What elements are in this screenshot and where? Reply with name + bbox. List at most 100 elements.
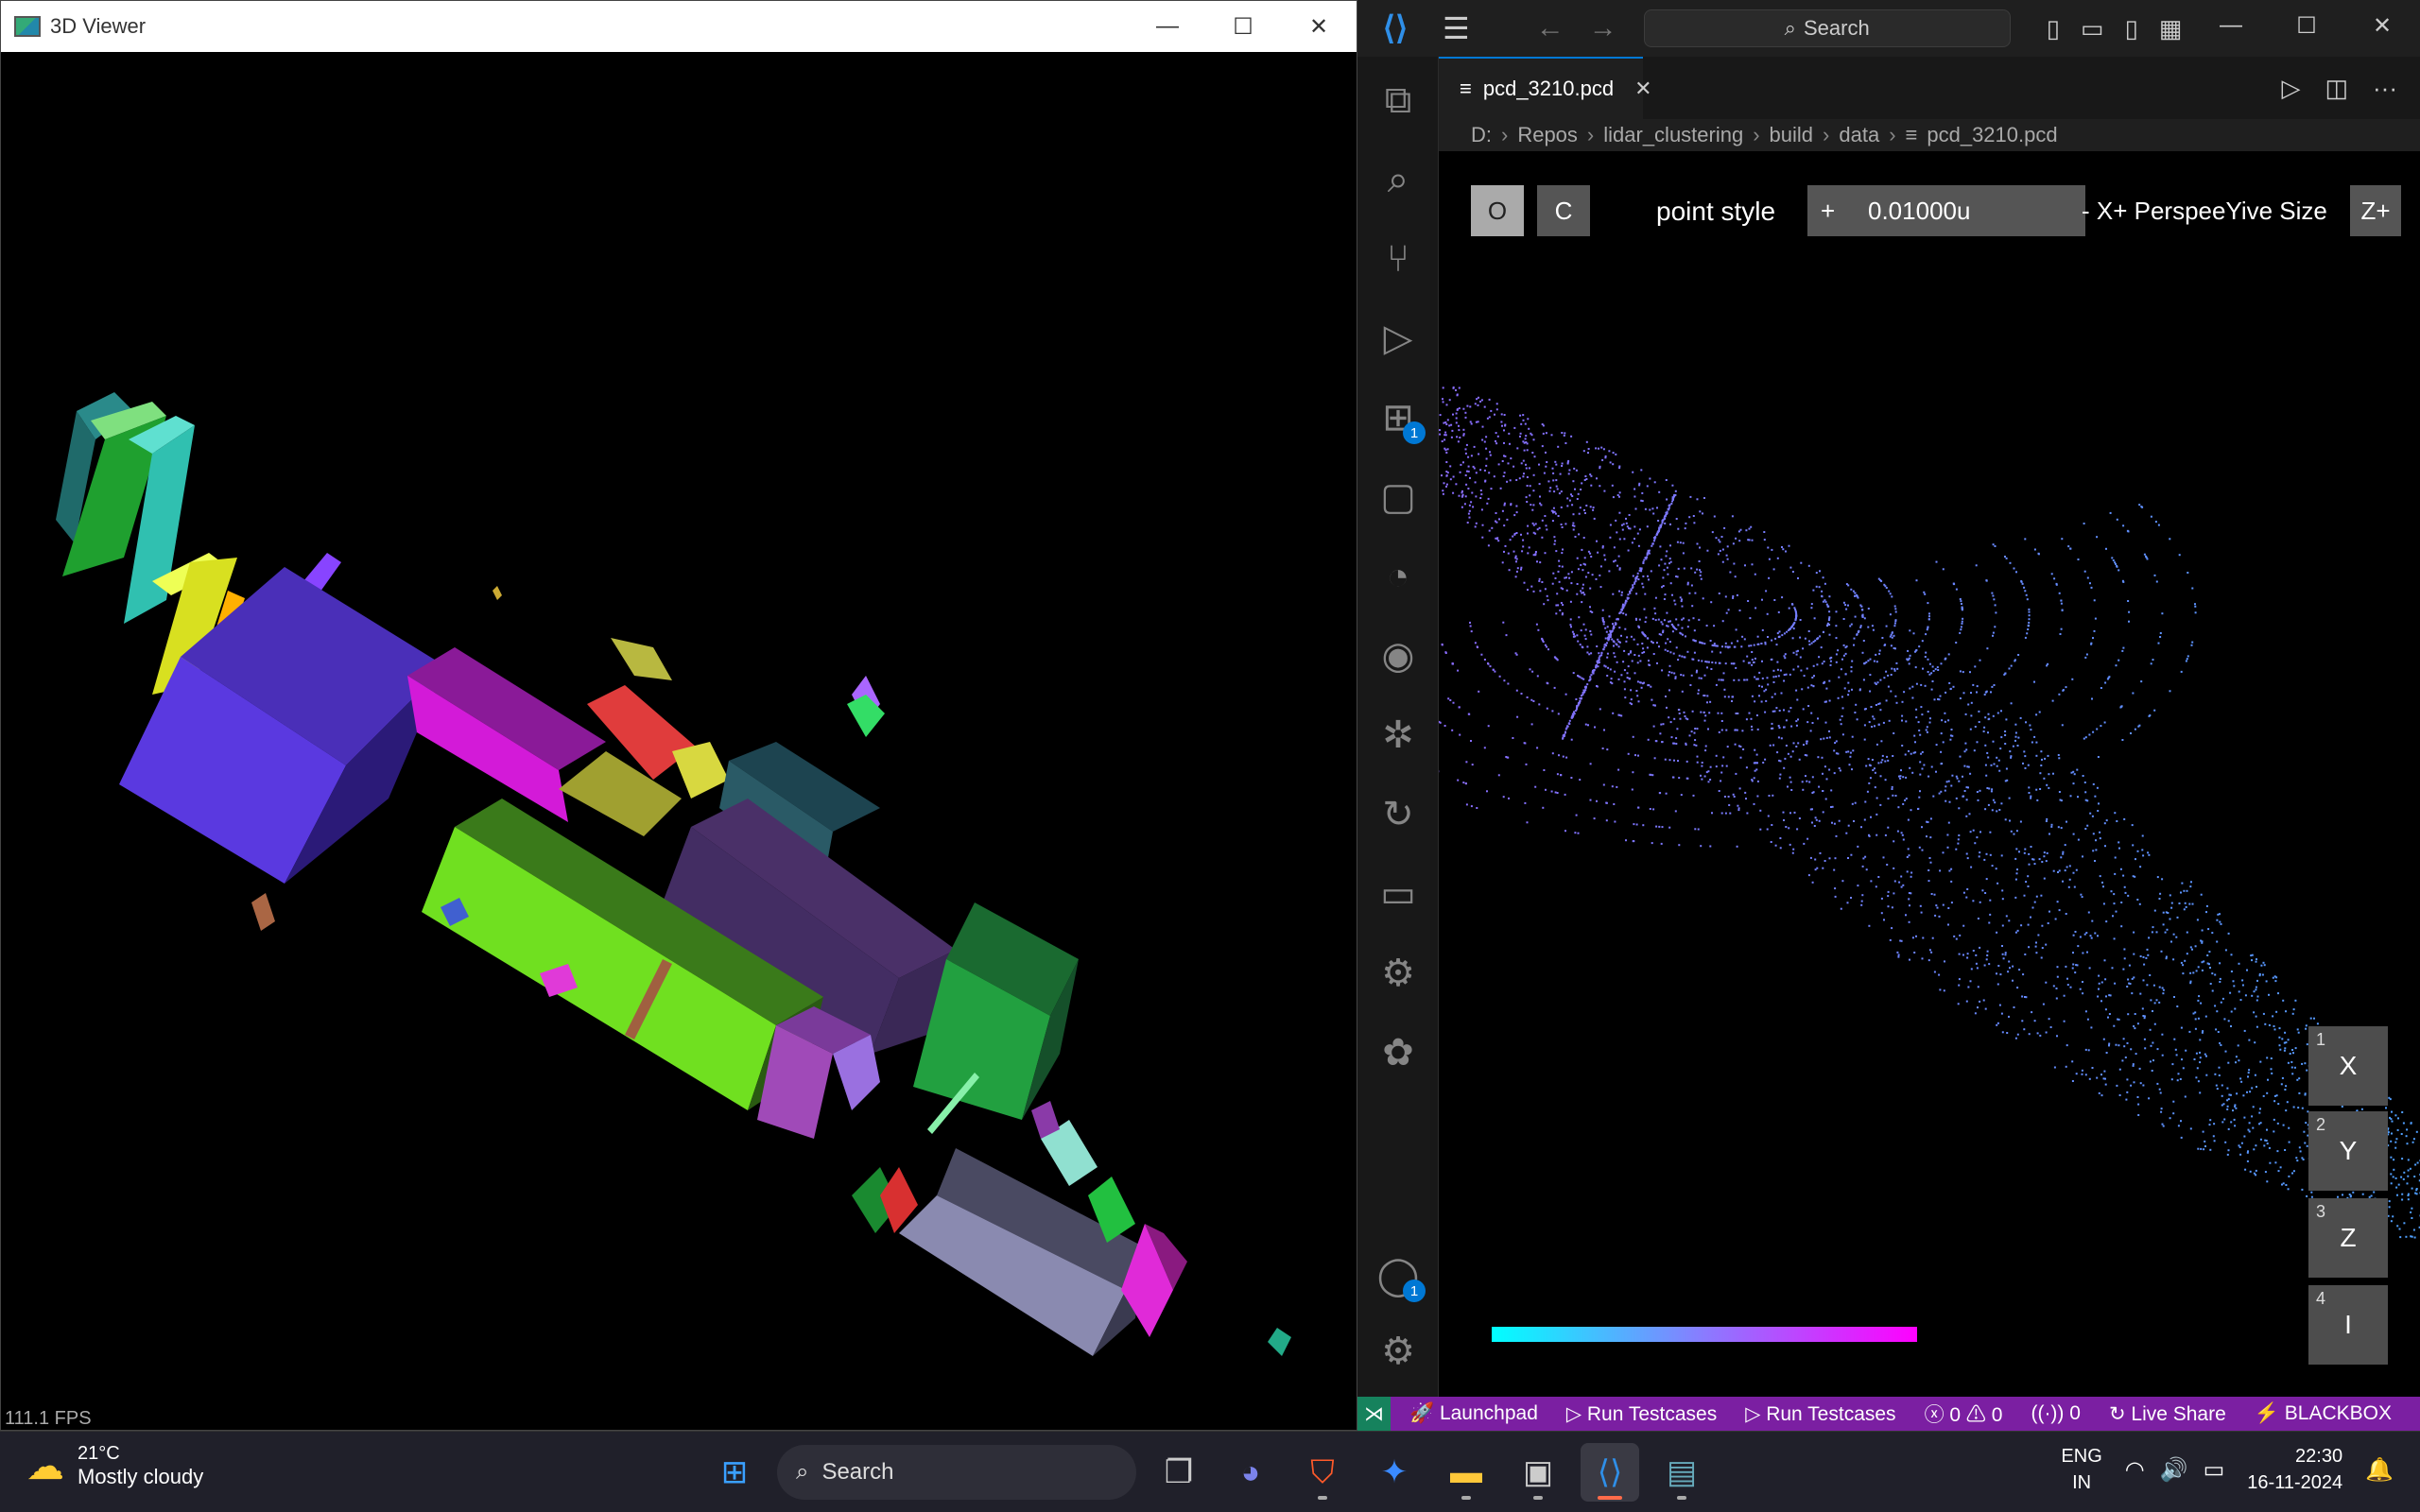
blackbox-item[interactable]: ⚡ BLACKBOX bbox=[2255, 1402, 2392, 1425]
command-search[interactable]: ⌕ Search bbox=[1643, 9, 2011, 47]
kubernetes-icon[interactable]: ✲ bbox=[1357, 697, 1439, 773]
problems-item[interactable]: ⓧ 0 ⚠ 0 bbox=[1925, 1400, 2003, 1428]
git-graph-icon[interactable]: ◔ bbox=[1357, 539, 1439, 614]
breadcrumb-item[interactable]: D: bbox=[1471, 123, 1492, 147]
intensity-button[interactable]: 4I bbox=[2308, 1285, 2388, 1365]
volume-icon: 🔊 bbox=[2159, 1456, 2188, 1483]
teams-icon[interactable]: ◕ bbox=[1221, 1443, 1280, 1502]
taskbar: ☁ 21°C Mostly cloudy ⊞ ⌕ Search ❐ ◕ ⛉ ✦ … bbox=[0, 1431, 2420, 1512]
more-actions-icon[interactable]: ··· bbox=[2373, 74, 2397, 103]
breadcrumb: D: › Repos › lidar_clustering › build › … bbox=[1439, 119, 2420, 151]
taskbar-search[interactable]: ⌕ Search bbox=[777, 1445, 1136, 1500]
run-testcases-item-2[interactable]: ▷ Run Testcases bbox=[1745, 1402, 1895, 1426]
viewer-app-icon bbox=[14, 16, 41, 37]
breadcrumb-separator-icon: › bbox=[1501, 123, 1509, 146]
3d-canvas[interactable]: 111.1 FPS bbox=[1, 52, 1357, 1430]
tab-close-icon[interactable]: ✕ bbox=[1634, 77, 1651, 101]
point-size-plus-button[interactable]: + bbox=[1821, 197, 1835, 226]
close-button[interactable]: ✕ bbox=[1281, 1, 1357, 52]
orbit-button[interactable]: O bbox=[1471, 185, 1524, 236]
axis-z-button[interactable]: 3Z bbox=[2308, 1198, 2388, 1278]
breadcrumb-item[interactable]: lidar_clustering bbox=[1603, 123, 1743, 147]
close-button[interactable]: ✕ bbox=[2344, 0, 2420, 51]
taskbar-search-label: Search bbox=[821, 1459, 894, 1485]
notification-bell-icon[interactable]: 🔔 bbox=[2365, 1456, 2394, 1484]
vscode-taskbar-icon[interactable]: ⟨⟩ bbox=[1581, 1443, 1639, 1502]
brave-browser-icon[interactable]: ⛉ bbox=[1293, 1443, 1352, 1502]
run-icon[interactable]: ▷ bbox=[2281, 74, 2300, 103]
accounts-icon[interactable]: ◯ 1 bbox=[1357, 1238, 1439, 1314]
back-arrow-icon[interactable]: ← bbox=[1536, 12, 1564, 44]
maximize-button[interactable]: ☐ bbox=[2269, 0, 2344, 51]
viewer-titlebar[interactable]: 3D Viewer — ☐ ✕ bbox=[1, 1, 1357, 52]
editor-tab-bar: ≡ pcd_3210.pcd ✕ ▷ ◫ ··· bbox=[1439, 57, 2420, 119]
axis-y-button[interactable]: 2Y bbox=[2308, 1111, 2388, 1191]
file-explorer-icon[interactable]: ▬ bbox=[1437, 1443, 1495, 1502]
language-indicator[interactable]: ENG IN bbox=[2061, 1443, 2101, 1496]
breadcrumb-item[interactable]: Repos bbox=[1517, 123, 1578, 147]
toggle-sidebar-icon[interactable]: ▯ bbox=[2047, 14, 2060, 43]
status-bar: ⋊ 🚀 Launchpad ▷ Run Testcases ▷ Run Test… bbox=[1357, 1397, 2420, 1431]
minimize-button[interactable]: — bbox=[2193, 0, 2269, 51]
minimize-button[interactable]: — bbox=[1130, 1, 1205, 52]
toggle-panel-icon[interactable]: ▭ bbox=[2081, 14, 2104, 43]
task-view-icon[interactable]: ❐ bbox=[1150, 1443, 1208, 1502]
start-button-icon[interactable]: ⊞ bbox=[705, 1443, 764, 1502]
ports-count: 0 bbox=[2069, 1402, 2081, 1424]
wifi-icon: ◠ bbox=[2124, 1456, 2145, 1483]
run-testcases-label: Run Testcases bbox=[1586, 1402, 1718, 1425]
controls-button[interactable]: C bbox=[1537, 185, 1590, 236]
accounts-badge: 1 bbox=[1403, 1280, 1426, 1302]
menu-icon[interactable]: ☰ bbox=[1443, 10, 1470, 46]
running-indicator bbox=[1533, 1496, 1543, 1500]
taskbar-apps: ⊞ ⌕ Search ❐ ◕ ⛉ ✦ ▬ ▣ ⟨⟩ ▤ bbox=[705, 1441, 1711, 1503]
button-label: Z bbox=[2340, 1223, 2357, 1252]
pcd-viewer[interactable]: O C point style + 0.01000u - X+ PerspeeY… bbox=[1439, 151, 2420, 1397]
3d-viewer-taskbar-icon[interactable]: ▤ bbox=[1652, 1443, 1711, 1502]
vscode-logo-icon: ⟨⟩ bbox=[1382, 10, 1409, 46]
weather-temp: 21°C bbox=[78, 1443, 120, 1464]
point-cloud-canvas[interactable] bbox=[1439, 151, 2420, 1397]
clock[interactable]: 22:30 16-11-2024 bbox=[2247, 1443, 2342, 1496]
weather-widget[interactable]: ☁ 21°C Mostly cloudy bbox=[26, 1443, 203, 1489]
button-number: 3 bbox=[2316, 1202, 2326, 1221]
run-testcases-item[interactable]: ▷ Run Testcases bbox=[1566, 1402, 1717, 1426]
customize-layout-icon[interactable]: ▦ bbox=[2159, 14, 2183, 43]
axis-x-button[interactable]: 1X bbox=[2308, 1026, 2388, 1106]
remote-explorer-icon[interactable]: ▢ bbox=[1357, 459, 1439, 535]
cluster-box bbox=[913, 902, 1079, 1120]
search-icon[interactable]: ⌕ bbox=[1357, 142, 1439, 217]
file-icon: ≡ bbox=[1460, 77, 1472, 100]
forward-arrow-icon[interactable]: → bbox=[1589, 12, 1617, 44]
github-icon[interactable]: ◉ bbox=[1357, 618, 1439, 694]
testing-icon[interactable]: ⚙ bbox=[1357, 936, 1439, 1011]
toggle-secondary-sidebar-icon[interactable]: ▯ bbox=[2125, 14, 2138, 43]
system-icons[interactable]: ◠ 🔊 ▭ bbox=[2125, 1456, 2225, 1484]
axis-view-buttons-overlap[interactable]: - X+ PerspeeYive Size bbox=[2082, 197, 2327, 226]
launchpad-item[interactable]: 🚀 Launchpad bbox=[1409, 1402, 1538, 1425]
breadcrumb-item[interactable]: data bbox=[1839, 123, 1879, 147]
app-icon[interactable]: ✦ bbox=[1365, 1443, 1424, 1502]
split-editor-icon[interactable]: ◫ bbox=[2325, 74, 2348, 103]
comments-icon[interactable]: ▭ bbox=[1357, 856, 1439, 932]
remote-indicator-icon[interactable]: ⋊ bbox=[1357, 1397, 1391, 1431]
explorer-icon[interactable]: ⧉ bbox=[1357, 62, 1439, 138]
live-share-item[interactable]: ↻ Live Share bbox=[2109, 1402, 2226, 1426]
ports-item[interactable]: ((·)) 0 bbox=[2031, 1402, 2081, 1425]
settings-gear-icon[interactable]: ⚙ bbox=[1357, 1314, 1439, 1389]
source-control-icon[interactable]: ⑂ bbox=[1357, 221, 1439, 297]
point-style-label: point style bbox=[1656, 197, 1776, 226]
extensions-icon[interactable]: ⊞ 1 bbox=[1357, 380, 1439, 455]
run-debug-icon[interactable]: ▷ bbox=[1357, 301, 1439, 376]
button-number: 1 bbox=[2316, 1030, 2326, 1049]
terminal-icon[interactable]: ▣ bbox=[1509, 1443, 1567, 1502]
breadcrumb-item[interactable]: build bbox=[1770, 123, 1813, 147]
tab-pcd-file[interactable]: ≡ pcd_3210.pcd ✕ bbox=[1439, 57, 1652, 119]
live-share-icon[interactable]: ↻ bbox=[1357, 777, 1439, 852]
blackbox-label: BLACKBOX bbox=[2284, 1402, 2392, 1424]
z-plus-button[interactable]: Z+ bbox=[2350, 185, 2401, 236]
openai-icon[interactable]: ✿ bbox=[1357, 1015, 1439, 1091]
maximize-button[interactable]: ☐ bbox=[1205, 1, 1281, 52]
cluster-box bbox=[899, 1148, 1145, 1356]
breadcrumb-item[interactable]: pcd_3210.pcd bbox=[1927, 123, 2057, 147]
